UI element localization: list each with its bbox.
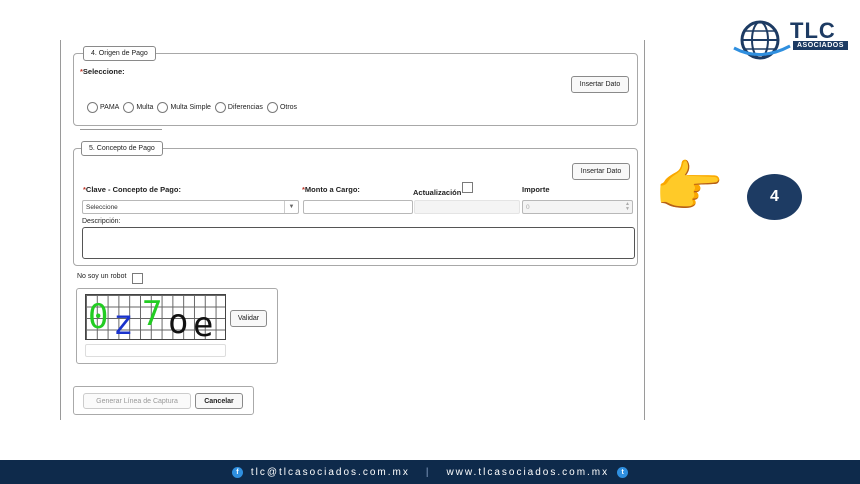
radio-circle[interactable] — [266, 102, 278, 113]
footer-separator: | — [425, 466, 431, 478]
descripcion-label: Descripción: — [82, 218, 121, 225]
generate-capture-line-button[interactable]: Generar Línea de Captura — [83, 393, 191, 409]
origen-insert-button[interactable]: Insertar Dato — [571, 76, 629, 93]
robot-label: No soy un robot — [77, 273, 127, 280]
facebook-icon[interactable]: f — [231, 466, 243, 478]
footer-email[interactable]: tlc@tlcasociados.com.mx — [251, 467, 410, 478]
radio-option-diferencias[interactable]: Diferencias — [214, 102, 263, 113]
actualizacion-input — [414, 200, 520, 214]
clave-select[interactable]: Seleccione ▼ — [82, 200, 299, 214]
radio-label: Diferencias — [227, 104, 263, 111]
step-number-badge: 4 — [747, 174, 802, 220]
captcha-char: z — [113, 303, 134, 340]
origen-radio-group: PAMA Multa Multa Simple Diferencias Otro… — [87, 102, 301, 113]
radio-option-otros[interactable]: Otros — [266, 102, 298, 113]
validate-button[interactable]: Validar — [230, 310, 267, 327]
brand-subtitle: ASOCIADOS — [793, 41, 848, 50]
monto-input[interactable] — [303, 200, 413, 214]
chevron-down-icon[interactable]: ▼ — [284, 201, 298, 213]
radio-label: Otros — [279, 104, 298, 111]
cancel-button[interactable]: Cancelar — [195, 393, 243, 409]
captcha-char: e — [193, 305, 214, 340]
radio-label: PAMA — [100, 104, 120, 111]
captcha-image: 0 z 7 o e — [85, 294, 226, 340]
pointing-hand-icon: 👉 — [654, 155, 724, 220]
origen-select-text: Seleccione: — [82, 67, 125, 76]
radio-circle[interactable] — [87, 102, 98, 113]
twitter-icon[interactable]: t — [617, 466, 629, 478]
robot-checkbox[interactable] — [132, 273, 143, 284]
descripcion-textarea[interactable] — [82, 227, 635, 259]
actualizacion-checkbox[interactable] — [462, 182, 473, 193]
radio-label: Multa — [136, 104, 154, 111]
page-left-border — [60, 40, 61, 420]
radio-option-multa-simple[interactable]: Multa Simple — [157, 102, 211, 113]
concepto-pago-legend: 5. Concepto de Pago — [81, 141, 163, 156]
origen-pago-fieldset — [73, 53, 638, 126]
page-right-border — [644, 40, 645, 420]
importe-label: Importe — [522, 185, 550, 194]
origen-pago-legend: 4. Origen de Pago — [83, 46, 156, 61]
importe-input: 0 ▲ ▼ — [522, 200, 633, 214]
captcha-char: o — [168, 302, 189, 340]
radio-circle[interactable] — [214, 102, 226, 113]
origen-select-label: *Seleccione: — [80, 67, 125, 76]
clave-select-value: Seleccione — [86, 203, 118, 211]
concepto-insert-button[interactable]: Insertar Dato — [572, 163, 630, 180]
actualizacion-label: Actualización — [413, 188, 462, 197]
spinner-icon: ▲ ▼ — [625, 201, 630, 212]
captcha-char: 0 — [88, 297, 109, 337]
monto-label-text: Monto a Cargo: — [304, 185, 360, 194]
monto-label: *Monto a Cargo: — [302, 185, 360, 194]
clave-label: *Clave - Concepto de Pago: — [83, 185, 181, 194]
footer-website[interactable]: www.tlcasociados.com.mx — [446, 467, 609, 478]
captcha-input[interactable] — [85, 344, 226, 357]
clave-label-text: Clave - Concepto de Pago: — [85, 185, 181, 194]
captcha-char: 7 — [142, 294, 163, 334]
importe-value: 0 — [526, 203, 530, 211]
radio-option-pama[interactable]: PAMA — [87, 102, 119, 113]
footer-bar: f tlc@tlcasociados.com.mx | www.tlcasoci… — [0, 460, 860, 484]
radio-circle[interactable] — [157, 102, 169, 113]
section-divider — [80, 129, 162, 130]
radio-label: Multa Simple — [170, 104, 211, 111]
radio-option-multa[interactable]: Multa — [123, 102, 153, 113]
radio-circle[interactable] — [123, 102, 135, 113]
